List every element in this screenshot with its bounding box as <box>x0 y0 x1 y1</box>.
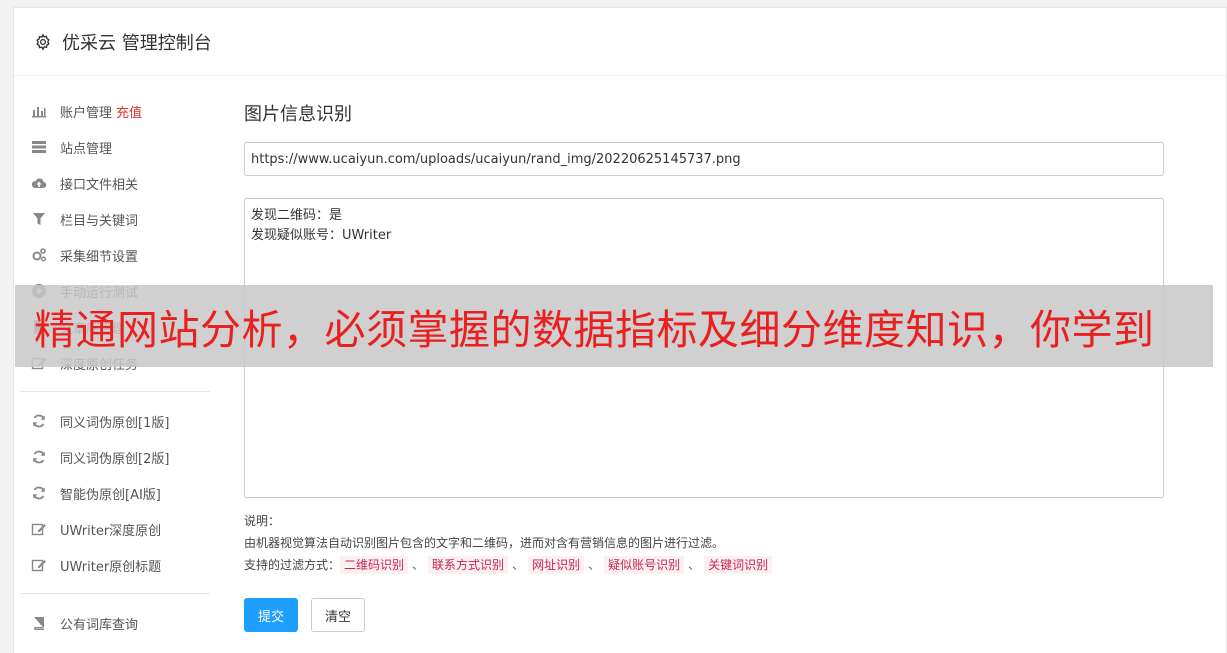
sidebar-item-label: 站点管理 <box>60 141 113 157</box>
refresh-icon <box>31 449 47 465</box>
notes-description: 由机器视觉算法自动识别图片包含的文字和二维码，进而对含有营销信息的图片进行过滤。 <box>244 536 725 550</box>
notes-label: 说明： <box>244 514 281 528</box>
page-title: 优采云 管理控制台 <box>62 32 212 54</box>
sidebar-item-label: 接口文件相关 <box>60 177 139 193</box>
header: 优采云 管理控制台 <box>14 8 1226 76</box>
filter-list: 支持的过滤方式： 二维码识别、联系方式识别、网址识别、疑似账号识别、关键词识别 <box>244 554 1164 576</box>
submit-button[interactable]: 提交 <box>244 598 298 632</box>
sidebar-divider <box>20 391 210 392</box>
sidebar-item[interactable]: 栏目与关键词 <box>20 201 210 237</box>
banner-text: 精通网站分析，必须掌握的数据指标及细分维度知识，你学到 <box>34 306 1155 354</box>
server-icon <box>31 139 47 155</box>
sidebar-item[interactable]: 公有词库查询 <box>20 605 210 641</box>
sidebar-item-label: 采集细节设置 <box>60 249 139 265</box>
sidebar-item[interactable]: 接口文件相关 <box>20 165 210 201</box>
sidebar-item[interactable]: 同义词伪原创[1版] <box>20 403 210 439</box>
filter-tag: 网址识别 <box>528 556 585 574</box>
filter-separator: 、 <box>512 558 525 572</box>
filter-separator: 、 <box>688 558 701 572</box>
edit-icon <box>31 521 47 537</box>
sidebar-item-label: UWriter深度原创 <box>60 523 162 539</box>
sidebar-item-label: 同义词伪原创[2版] <box>60 451 170 467</box>
filter-separator: 、 <box>588 558 601 572</box>
sidebar-item-label: 公有词库查询 <box>60 617 139 633</box>
sidebar-item[interactable]: 账户管理 充值 <box>20 93 210 129</box>
sidebar-item[interactable]: 智能伪原创[AI版] <box>20 475 210 511</box>
filter-prefix: 支持的过滤方式： <box>244 558 341 572</box>
section-title: 图片信息识别 <box>244 104 352 125</box>
edit-icon <box>31 557 47 573</box>
recharge-link[interactable]: 充值 <box>116 102 142 121</box>
gears-icon <box>31 247 47 263</box>
sidebar-item-label: 智能伪原创[AI版] <box>60 487 161 503</box>
sidebar-item-label: 账户管理 <box>60 105 113 121</box>
refresh-icon <box>31 413 47 429</box>
filter-tag: 二维码识别 <box>340 556 409 574</box>
gear-icon <box>34 33 52 51</box>
clear-button[interactable]: 清空 <box>311 598 365 632</box>
notes: 说明： 由机器视觉算法自动识别图片包含的文字和二维码，进而对含有营销信息的图片进… <box>244 510 1164 576</box>
filter-icon <box>31 211 47 227</box>
image-url-input[interactable] <box>244 142 1164 176</box>
sidebar-item[interactable]: UWriter原创标题 <box>20 547 210 583</box>
overlay-banner: 精通网站分析，必须掌握的数据指标及细分维度知识，你学到 <box>15 285 1213 367</box>
sidebar-item[interactable]: UWriter深度原创 <box>20 511 210 547</box>
filter-tag: 联系方式识别 <box>428 556 509 574</box>
sidebar-item[interactable]: 采集细节设置 <box>20 237 210 273</box>
sidebar-item[interactable]: 同义词伪原创[2版] <box>20 439 210 475</box>
sidebar-item[interactable]: 站点管理 <box>20 129 210 165</box>
refresh-icon <box>31 485 47 501</box>
bar-chart-icon <box>31 103 47 119</box>
filter-separator: 、 <box>412 558 425 572</box>
book-icon <box>31 615 47 631</box>
button-row: 提交 清空 <box>244 598 1164 632</box>
sidebar-item-label: 栏目与关键词 <box>60 213 139 229</box>
sidebar-divider <box>20 593 210 594</box>
result-line: 发现二维码：是 <box>251 208 343 223</box>
sidebar-item-label: UWriter原创标题 <box>60 559 162 575</box>
sidebar-item-label: 同义词伪原创[1版] <box>60 415 170 431</box>
filter-tag: 疑似账号识别 <box>604 556 685 574</box>
result-line: 发现疑似账号：UWriter <box>251 228 392 243</box>
cloud-upload-icon <box>31 175 47 191</box>
filter-tag: 关键词识别 <box>704 556 773 574</box>
sidebar: 账户管理充值站点管理接口文件相关栏目与关键词采集细节设置手动运行测试文章库管理深… <box>20 93 210 641</box>
